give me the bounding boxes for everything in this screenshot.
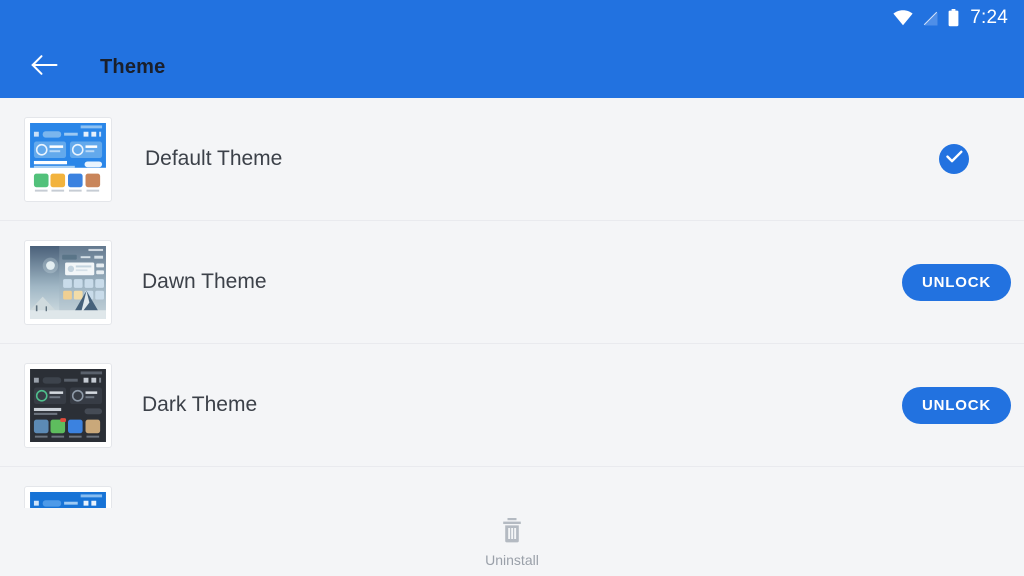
page-title: Theme — [100, 55, 166, 78]
theme-thumbnail — [24, 362, 112, 448]
check-icon — [945, 150, 963, 168]
battery-icon — [948, 9, 959, 27]
theme-name: Dark Theme — [142, 393, 258, 416]
unlock-button[interactable]: UNLOCK — [902, 386, 1011, 424]
wifi-icon — [893, 10, 913, 26]
theme-thumbnail — [24, 116, 112, 202]
unlock-button[interactable]: UNLOCK — [902, 263, 1011, 301]
sim-off-icon — [922, 10, 939, 27]
back-arrow-icon — [31, 54, 58, 81]
list-item[interactable]: Dark Theme UNLOCK — [0, 344, 1024, 467]
dawn-theme-preview — [30, 245, 106, 319]
uninstall-button[interactable]: Uninstall — [485, 517, 539, 568]
status-bar: 7:24 — [0, 0, 1024, 36]
theme-name: Default Theme — [145, 147, 283, 170]
theme-name: Dawn Theme — [142, 270, 267, 293]
bottom-bar: Uninstall — [0, 508, 1024, 576]
selected-check-badge[interactable] — [939, 144, 969, 174]
theme-list[interactable]: Default Theme Dawn Theme UNLOCK Dark The… — [0, 98, 1024, 576]
list-item[interactable]: Default Theme — [0, 98, 1024, 221]
trash-icon — [500, 517, 524, 548]
default-theme-preview — [30, 122, 106, 196]
back-button[interactable] — [22, 45, 66, 89]
list-item[interactable]: Dawn Theme UNLOCK — [0, 221, 1024, 344]
dark-theme-preview — [30, 368, 106, 442]
uninstall-label: Uninstall — [485, 551, 539, 568]
status-bar-clock: 7:24 — [970, 7, 1008, 28]
app-bar: Theme — [0, 36, 1024, 98]
theme-thumbnail — [24, 239, 112, 325]
